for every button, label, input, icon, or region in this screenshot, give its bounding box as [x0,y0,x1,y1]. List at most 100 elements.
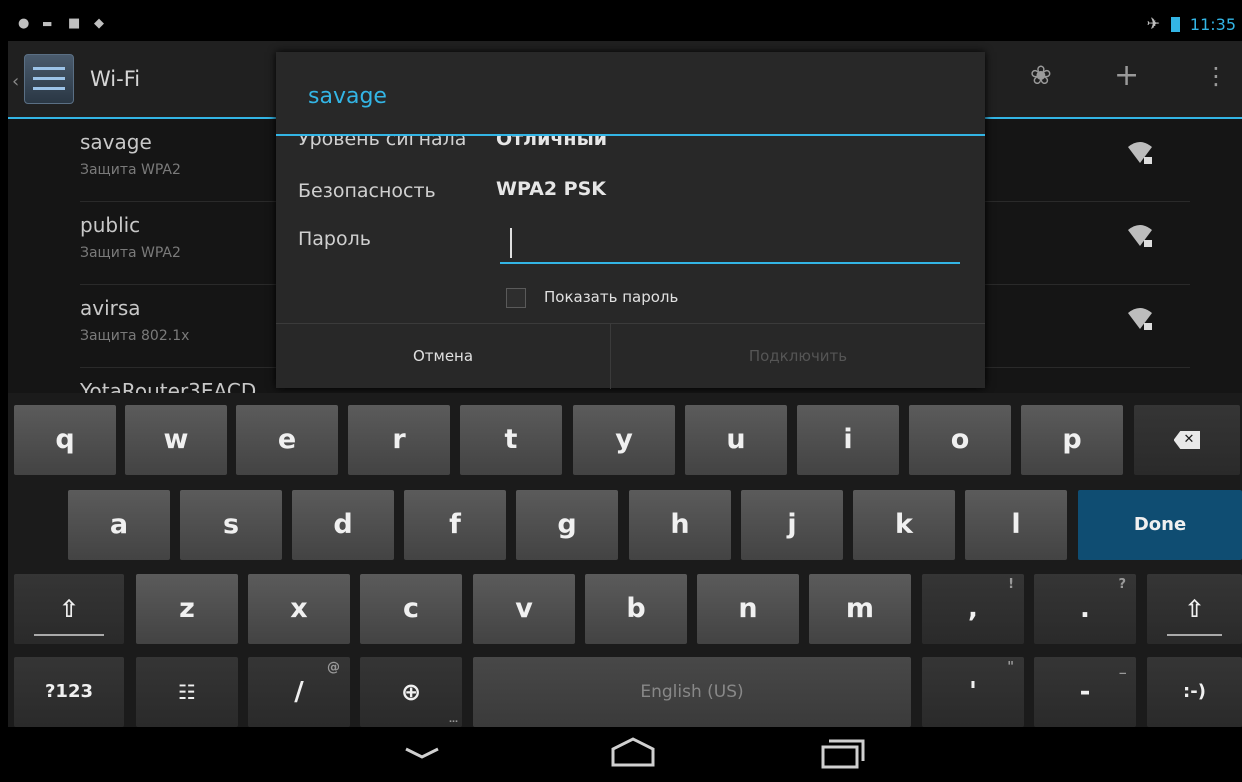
navigation-bar [8,727,1242,782]
key-v[interactable]: v [473,574,575,644]
network-name: savage [80,130,152,154]
shift-indicator [34,634,104,636]
password-input[interactable] [500,224,960,264]
period-label: . [1080,594,1090,624]
key-j[interactable]: j [741,490,843,560]
underscore-hint: _ [1119,660,1127,675]
key-c[interactable]: c [360,574,462,644]
key-t[interactable]: t [460,405,562,475]
globe-icon: ⊕ [400,678,422,706]
status-bar: ● ▬ ■ ◆ ✈ 11:35 [8,8,1242,41]
overflow-menu-icon[interactable]: ⋮ [1204,59,1228,93]
key-b[interactable]: b [585,574,687,644]
more-dots: … [449,715,458,725]
network-name: avirsa [80,296,141,320]
comma-label: , [968,594,978,624]
up-navigation-icon[interactable]: ‹ [12,71,19,92]
keyboard-icon: ▬ [42,17,53,30]
network-name: public [80,213,141,237]
backspace-key[interactable]: ✕ [1134,405,1240,475]
cancel-button[interactable]: Отмена [276,324,611,389]
at-hint: @ [327,660,340,675]
home-icon[interactable] [608,735,658,771]
shift-icon: ⇧ [1184,595,1205,623]
settings-app-icon[interactable] [24,54,74,104]
period-hint: ? [1118,577,1126,592]
battery-icon [1171,17,1180,32]
signal-label: Уровень сигнала [298,136,467,150]
slash-key[interactable]: / @ [248,657,350,727]
sync-icon: ● [18,16,30,31]
dialog-button-bar: Отмена Подключить [276,323,985,389]
key-g[interactable]: g [516,490,618,560]
recent-apps-icon[interactable] [818,735,868,771]
android-screen: ● ▬ ■ ◆ ✈ 11:35 ‹ Wi-Fi ❀ + ⋮ savage Защ… [8,8,1242,782]
key-u[interactable]: u [685,405,787,475]
play-store-icon: ■ [68,16,81,31]
key-k[interactable]: k [853,490,955,560]
key-e[interactable]: e [236,405,338,475]
security-value: WPA2 PSK [496,178,607,200]
dash-label: - [1079,677,1091,707]
security-label: Безопасность [298,180,436,202]
password-label: Пароль [298,228,371,250]
comma-key[interactable]: , ! [922,574,1024,644]
wps-icon[interactable]: ❀ [1030,59,1052,93]
airplane-mode-icon: ✈ [1146,14,1160,33]
key-i[interactable]: i [797,405,899,475]
slash-label: / [294,677,304,707]
shift-icon: ⇧ [58,595,80,623]
network-security: Защита WPA2 [80,162,181,178]
key-r[interactable]: r [348,405,450,475]
language-key[interactable]: ⊕ … [360,657,462,727]
network-security: Защита 802.1x [80,328,190,344]
key-n[interactable]: n [697,574,799,644]
shift-key-left[interactable]: ⇧ [14,574,124,644]
key-l[interactable]: l [965,490,1067,560]
text-cursor [510,228,512,258]
settings-key[interactable]: ☷ [136,657,238,727]
page-title: Wi-Fi [90,67,141,91]
connect-button[interactable]: Подключить [611,324,985,389]
done-key[interactable]: Done [1078,490,1242,560]
wifi-signal-locked-icon [1128,225,1152,247]
show-password-checkbox[interactable] [506,288,526,308]
add-network-icon[interactable]: + [1114,59,1139,93]
key-q[interactable]: q [14,405,116,475]
show-password-label[interactable]: Показать пароль [544,288,678,306]
key-m[interactable]: m [809,574,911,644]
settings-sliders-icon: ☷ [178,680,196,704]
key-f[interactable]: f [404,490,506,560]
shift-key-right[interactable]: ⇧ [1147,574,1242,644]
key-p[interactable]: p [1021,405,1123,475]
network-security: Защита WPA2 [80,245,181,261]
key-w[interactable]: w [125,405,227,475]
wifi-signal-locked-icon [1128,142,1152,164]
quote-hint: " [1007,660,1014,675]
space-key[interactable]: English (US) [473,657,911,727]
dialog-body[interactable]: Уровень сигнала Отличный Безопасность WP… [276,136,985,322]
soft-keyboard: q w e r t y u i o p ✕ a s d f g h j k l … [8,393,1242,727]
key-a[interactable]: a [68,490,170,560]
wifi-signal-locked-icon [1128,308,1152,330]
comma-hint: ! [1008,577,1014,592]
key-z[interactable]: z [136,574,238,644]
signal-value: Отличный [496,136,608,150]
smiley-key[interactable]: :-) [1147,657,1242,727]
dash-key[interactable]: - _ [1034,657,1136,727]
key-h[interactable]: h [629,490,731,560]
key-o[interactable]: o [909,405,1011,475]
dialog-title: savage [308,84,387,109]
hide-keyboard-icon[interactable] [400,735,444,771]
key-y[interactable]: y [573,405,675,475]
key-d[interactable]: d [292,490,394,560]
key-x[interactable]: x [248,574,350,644]
apostrophe-label: ' [969,677,977,707]
key-s[interactable]: s [180,490,282,560]
wifi-connect-dialog: savage Уровень сигнала Отличный Безопасн… [276,52,985,389]
shift-indicator [1167,634,1222,636]
period-key[interactable]: . ? [1034,574,1136,644]
backspace-icon: ✕ [1173,431,1201,449]
symbols-key[interactable]: ?123 [14,657,124,727]
apostrophe-key[interactable]: ' " [922,657,1024,727]
